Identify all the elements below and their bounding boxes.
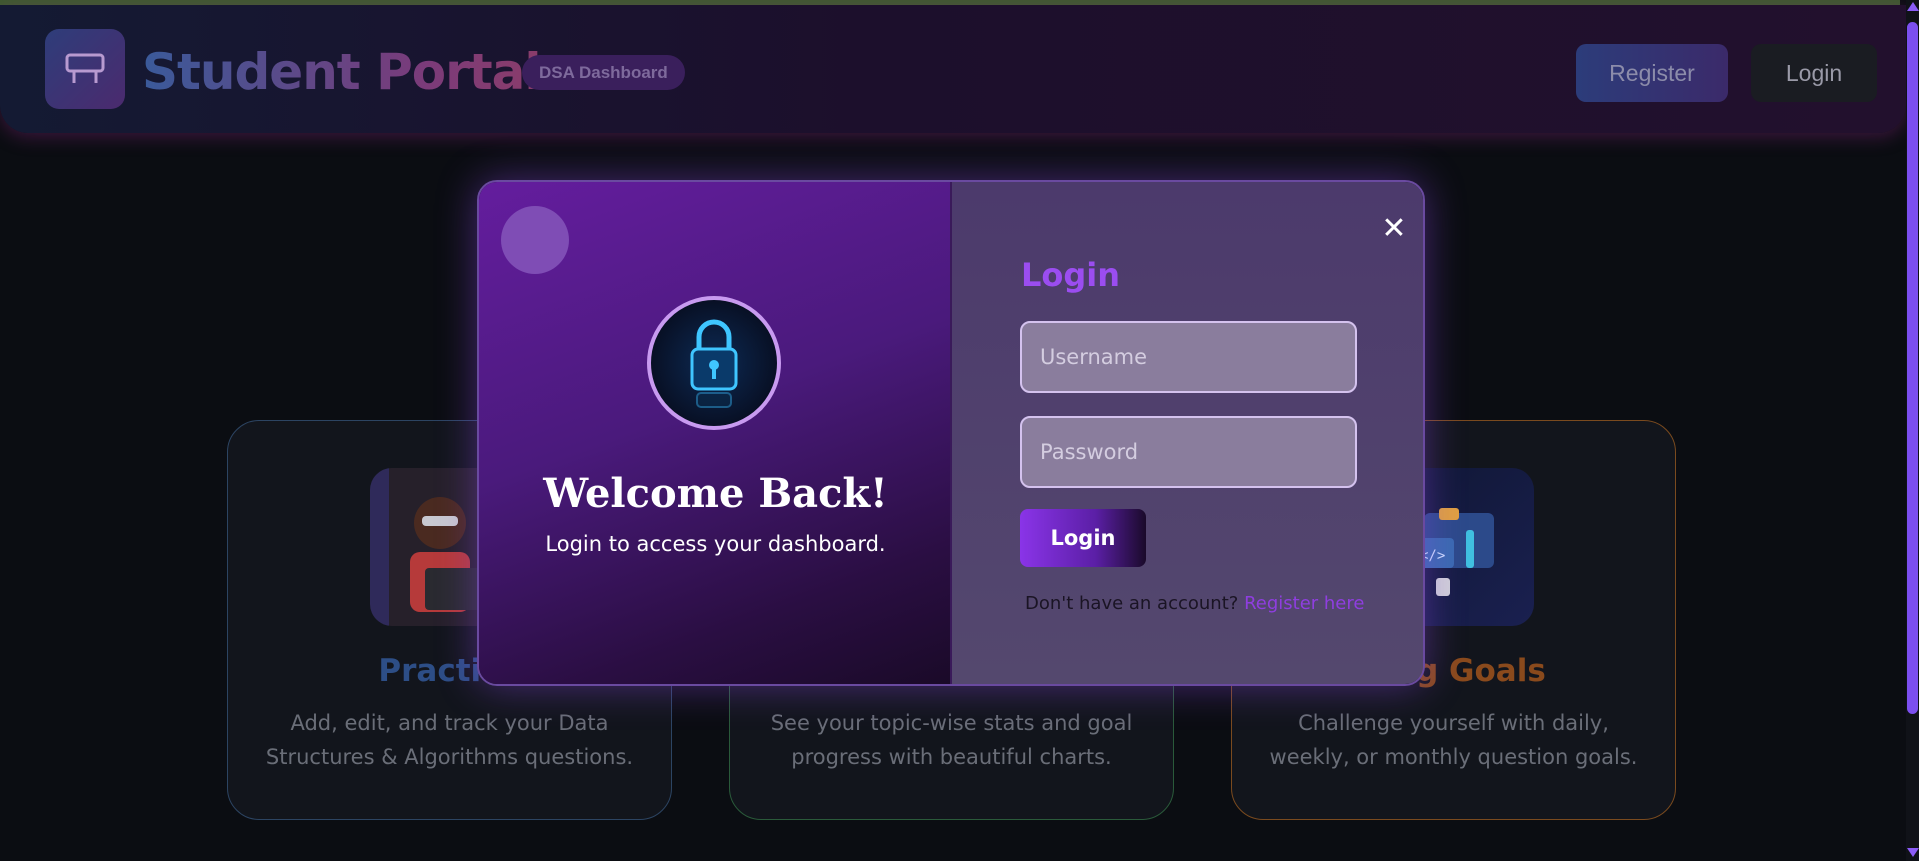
card-description: See your topic-wise stats and goal progr… bbox=[770, 711, 1133, 769]
decorative-circle bbox=[501, 206, 569, 274]
welcome-title: Welcome Back! bbox=[543, 470, 888, 517]
card-description: Challenge yourself with daily, weekly, o… bbox=[1269, 711, 1638, 769]
lock-avatar bbox=[647, 296, 781, 430]
register-prompt-text: Don't have an account? bbox=[1025, 593, 1239, 614]
brand-title: Student Portal bbox=[142, 43, 542, 101]
modal-welcome-panel: Welcome Back! Login to access your dashb… bbox=[479, 182, 952, 684]
desk-icon bbox=[65, 53, 105, 83]
register-link[interactable]: Register here bbox=[1244, 593, 1364, 614]
dashboard-badge: DSA Dashboard bbox=[522, 55, 685, 90]
welcome-subtitle: Login to access your dashboard. bbox=[545, 532, 886, 556]
scroll-down-icon[interactable] bbox=[1907, 848, 1919, 857]
password-input[interactable] bbox=[1020, 416, 1357, 488]
login-heading: Login bbox=[1021, 256, 1121, 294]
username-input[interactable] bbox=[1020, 321, 1357, 393]
login-button[interactable]: Login bbox=[1751, 44, 1877, 102]
scrollbar-thumb[interactable] bbox=[1907, 22, 1918, 714]
scroll-up-icon[interactable] bbox=[1907, 2, 1919, 11]
logo[interactable] bbox=[45, 29, 125, 109]
register-button[interactable]: Register bbox=[1576, 44, 1728, 102]
lock-icon bbox=[690, 319, 738, 408]
login-submit-button[interactable]: Login bbox=[1020, 509, 1146, 567]
close-icon[interactable]: ✕ bbox=[1379, 214, 1409, 244]
login-modal: Welcome Back! Login to access your dashb… bbox=[477, 180, 1425, 686]
register-prompt: Don't have an account? Register here bbox=[1025, 593, 1364, 614]
card-description: Add, edit, and track your Data Structure… bbox=[265, 711, 634, 769]
site-header: Student Portal DSA Dashboard Register Lo… bbox=[0, 5, 1906, 133]
